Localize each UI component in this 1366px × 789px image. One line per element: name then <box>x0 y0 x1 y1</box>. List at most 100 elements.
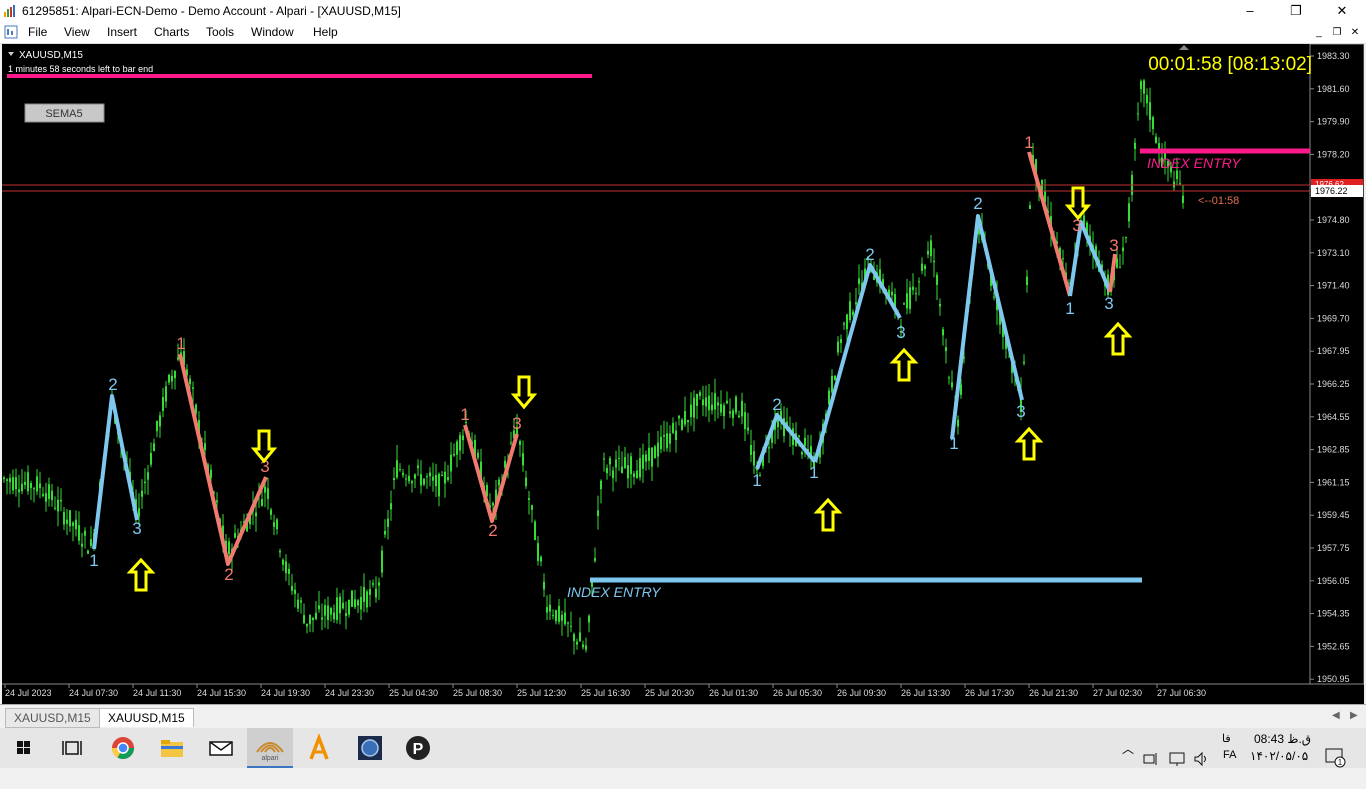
minimize-button[interactable]: – <box>1227 0 1273 22</box>
candle-body <box>420 474 422 486</box>
mail-icon[interactable] <box>201 732 241 764</box>
menu-tools[interactable]: Tools <box>206 25 234 39</box>
candle-body <box>687 419 689 423</box>
candle-body <box>279 550 281 553</box>
close-button[interactable]: ✕ <box>1319 0 1365 22</box>
chrome-icon[interactable] <box>103 732 143 764</box>
price-tick-label: 1957.75 <box>1317 543 1350 553</box>
candle-body <box>570 625 572 627</box>
candle-body <box>528 498 530 500</box>
candle-body <box>615 459 617 468</box>
candle-body <box>951 382 953 388</box>
candle-body <box>837 341 839 353</box>
candle-body <box>585 645 587 650</box>
candle-body <box>147 472 149 480</box>
network-icon[interactable] <box>1142 739 1160 779</box>
windows-start-icon[interactable] <box>4 732 44 764</box>
language-indicator-en[interactable]: FA <box>1223 749 1236 789</box>
tab-scroll-left-icon[interactable]: ◀ <box>1332 710 1340 721</box>
psiphon-icon[interactable]: P <box>398 732 438 764</box>
time-tick-label: 25 Jul 16:30 <box>581 688 630 698</box>
chart-tabs-bar: XAUUSD,M15 XAUUSD,M15 ◀ ▶ <box>0 704 1366 729</box>
task-view-icon[interactable] <box>52 732 92 764</box>
candle-body <box>531 505 533 510</box>
candle-body <box>735 396 737 413</box>
candle-body <box>600 480 602 490</box>
candle-body <box>801 452 803 455</box>
candle-body <box>957 419 959 427</box>
app-lens-icon[interactable] <box>350 732 390 764</box>
candle-body <box>174 371 176 379</box>
menu-window[interactable]: Window <box>251 25 294 39</box>
chart-window[interactable]: 1983.301981.601979.901978.201976.501974.… <box>2 44 1364 704</box>
candle-body <box>3 477 5 480</box>
candle-body <box>336 597 338 620</box>
app-a-icon[interactable] <box>299 732 339 764</box>
zigzag-label: 1 <box>1065 299 1074 318</box>
metatrader-app-icon <box>4 5 15 17</box>
display-icon[interactable] <box>1168 739 1186 779</box>
alpari-icon: alpari <box>256 742 284 762</box>
price-tick-label: 1979.90 <box>1317 117 1350 127</box>
menu-charts[interactable]: Charts <box>154 25 189 39</box>
candle-body <box>909 287 911 309</box>
candle-body <box>84 530 86 536</box>
candle-body <box>273 522 275 527</box>
candle-body <box>330 608 332 615</box>
candle-body <box>1182 195 1184 203</box>
candle-body <box>39 483 41 489</box>
candle-body <box>510 442 512 444</box>
menu-insert[interactable]: Insert <box>107 25 137 39</box>
menu-help[interactable]: Help <box>313 25 338 39</box>
maximize-button[interactable]: ❐ <box>1273 0 1319 22</box>
candle-body <box>267 488 269 499</box>
taskbar-clock-date[interactable]: ۱۴۰۲/۰۵/۰۵ <box>1250 749 1308 789</box>
candle-body <box>1026 276 1028 286</box>
notification-center-icon[interactable]: 1 <box>1324 737 1346 777</box>
child-restore-button[interactable]: ❐ <box>1330 26 1344 40</box>
tab-scroll-right-icon[interactable]: ▶ <box>1350 710 1358 721</box>
volume-icon[interactable] <box>1192 739 1210 779</box>
candle-body <box>303 615 305 624</box>
candle-body <box>588 615 590 623</box>
child-minimize-button[interactable]: _ <box>1312 26 1326 40</box>
candle-body <box>624 457 626 468</box>
chart-tab-2[interactable]: XAUUSD,M15 <box>99 708 194 727</box>
candle-body <box>447 477 449 480</box>
candle-body <box>633 473 635 477</box>
candle-body <box>66 519 68 524</box>
candle-body <box>621 466 623 474</box>
menu-view[interactable]: View <box>64 25 90 39</box>
candle-body <box>849 301 851 321</box>
candle-body <box>657 442 659 457</box>
chart-window-icon[interactable] <box>4 25 18 39</box>
zigzag-label: 1 <box>949 434 958 453</box>
child-close-button[interactable]: ✕ <box>1348 26 1362 40</box>
server-timer: 00:01:58 [08:13:02] <box>1148 54 1312 75</box>
candle-body <box>891 291 893 296</box>
menu-file[interactable]: File <box>28 25 47 39</box>
candle-body <box>558 605 560 622</box>
show-hidden-icons-icon[interactable]: ︿ <box>1122 740 1134 780</box>
file-explorer-icon[interactable] <box>152 732 192 764</box>
candle-body <box>717 402 719 406</box>
candle-body <box>768 447 770 449</box>
alpari-terminal-taskbar-item[interactable]: alpari <box>247 728 293 768</box>
price-chart[interactable]: 1983.301981.601979.901978.201976.501974.… <box>2 44 1364 704</box>
bid-price-tag-text: 1976.22 <box>1315 186 1348 196</box>
down-arrow-icon <box>510 375 538 410</box>
zigzag-label: 1 <box>752 471 761 490</box>
candle-body <box>78 525 80 541</box>
candle-body <box>1176 170 1178 180</box>
candle-body <box>456 441 458 455</box>
candle-body <box>1149 102 1151 120</box>
candle-body <box>159 415 161 427</box>
candle-body <box>312 617 314 621</box>
candle-body <box>660 436 662 450</box>
candle-body <box>1029 205 1031 209</box>
candle-body <box>1137 113 1139 115</box>
candle-body <box>804 437 806 446</box>
candle-body <box>618 457 620 459</box>
chart-tab-1[interactable]: XAUUSD,M15 <box>5 708 100 728</box>
zigzag-label: 2 <box>865 245 874 264</box>
